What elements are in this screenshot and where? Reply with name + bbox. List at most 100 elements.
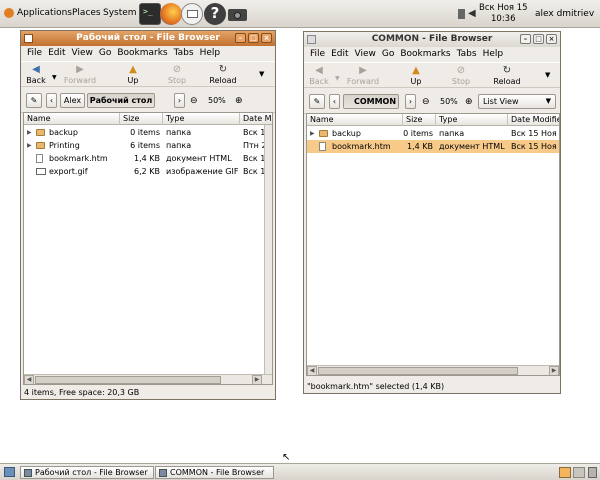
path-scroll-left-button[interactable]: ‹ bbox=[329, 94, 340, 109]
minimize-button[interactable]: – bbox=[520, 34, 531, 44]
window-titlebar[interactable]: Рабочий стол - File Browser – □ × bbox=[21, 31, 275, 46]
close-button[interactable]: × bbox=[261, 33, 272, 43]
menu-file[interactable]: File bbox=[27, 48, 42, 58]
menu-bookmarks[interactable]: Bookmarks bbox=[117, 48, 167, 58]
workspace-switcher-2[interactable] bbox=[573, 467, 585, 478]
zoom-in-icon[interactable]: ⊕ bbox=[235, 96, 243, 106]
horizontal-scrollbar[interactable]: ◀ ▶ bbox=[307, 365, 559, 375]
menu-edit[interactable]: Edit bbox=[331, 49, 348, 59]
menu-tabs[interactable]: Tabs bbox=[174, 48, 194, 58]
file-list[interactable]: Name Size Type Date Modified ▶ backup 0 it… bbox=[306, 113, 560, 376]
minimize-button[interactable]: – bbox=[235, 33, 246, 43]
horizontal-scroll-thumb[interactable] bbox=[318, 367, 518, 375]
places-menu[interactable]: Places bbox=[72, 8, 101, 18]
reload-button[interactable]: ↻ Reload bbox=[207, 65, 239, 86]
back-history-arrow[interactable]: ▼ bbox=[335, 75, 340, 82]
window-menu-icon[interactable] bbox=[307, 35, 316, 44]
taskbar-button-desktop[interactable]: Рабочий стол - File Browser bbox=[20, 466, 154, 479]
volume-icon[interactable]: ◀ bbox=[468, 8, 476, 19]
table-row[interactable]: export.gif6,2 KBизображение GIFВск 15 Н bbox=[24, 165, 272, 178]
menu-edit[interactable]: Edit bbox=[48, 48, 65, 58]
menu-bookmarks[interactable]: Bookmarks bbox=[400, 49, 450, 59]
workspace-switcher-1[interactable] bbox=[559, 467, 571, 478]
path-button-desktop[interactable]: Рабочий стол bbox=[87, 93, 155, 108]
column-size[interactable]: Size bbox=[403, 114, 436, 126]
horizontal-scrollbar[interactable]: ◀ ▶ bbox=[24, 374, 272, 384]
column-name[interactable]: Name bbox=[307, 114, 403, 126]
zoom-out-icon[interactable]: ⊖ bbox=[190, 96, 198, 106]
path-button-common[interactable]: COMMON bbox=[343, 94, 399, 109]
menu-tabs[interactable]: Tabs bbox=[457, 49, 477, 59]
up-button[interactable]: ▲ Up bbox=[401, 66, 431, 87]
column-size[interactable]: Size bbox=[120, 113, 163, 125]
menu-file[interactable]: File bbox=[310, 49, 325, 59]
trash-icon[interactable] bbox=[588, 467, 597, 478]
expander-icon[interactable]: ▶ bbox=[27, 126, 32, 139]
applications-menu[interactable]: Applications bbox=[17, 8, 72, 18]
column-date[interactable]: Date Modified bbox=[240, 113, 272, 125]
scroll-left-arrow[interactable]: ◀ bbox=[307, 366, 317, 375]
scroll-left-arrow[interactable]: ◀ bbox=[24, 375, 34, 384]
toolbar-overflow-icon[interactable]: ▼ bbox=[259, 70, 264, 78]
mail-launcher-icon[interactable] bbox=[181, 3, 203, 25]
window-titlebar[interactable]: COMMON - File Browser – □ × bbox=[304, 32, 560, 47]
zoom-out-icon[interactable]: ⊖ bbox=[422, 97, 430, 107]
show-desktop-icon[interactable] bbox=[4, 467, 15, 477]
maximize-button[interactable]: □ bbox=[533, 34, 544, 44]
help-launcher-icon[interactable]: ? bbox=[204, 3, 226, 25]
up-button[interactable]: ▲ Up bbox=[118, 65, 148, 86]
scroll-right-arrow[interactable]: ▶ bbox=[252, 375, 262, 384]
network-icon[interactable] bbox=[458, 9, 465, 19]
table-row[interactable]: bookmark.htm1,4 KBдокумент HTMLВск 15 Н bbox=[24, 152, 272, 165]
path-scroll-left-button[interactable]: ‹ bbox=[46, 93, 57, 108]
column-type[interactable]: Type bbox=[163, 113, 240, 125]
forward-button[interactable]: ▶ Forward bbox=[346, 66, 380, 87]
screenshot-launcher-icon[interactable] bbox=[227, 3, 249, 25]
zoom-level[interactable]: 50% bbox=[440, 97, 458, 106]
close-button[interactable]: × bbox=[546, 34, 557, 44]
toolbar-overflow-icon[interactable]: ▼ bbox=[545, 71, 550, 79]
user-switcher[interactable]: alex dmitriev bbox=[535, 9, 594, 19]
reload-button[interactable]: ↻ Reload bbox=[491, 66, 523, 87]
path-scroll-right-button[interactable]: › bbox=[405, 94, 416, 109]
table-row[interactable]: ▶ backup 0 items папка Вск 15 Ноя 2 bbox=[307, 127, 559, 140]
expander-icon[interactable]: ▶ bbox=[27, 139, 32, 152]
table-row[interactable]: ▶backup0 itemsпапкаВск 15 Ноя bbox=[24, 126, 272, 139]
stop-button[interactable]: ⊘ Stop bbox=[162, 65, 192, 86]
window-menu-icon[interactable] bbox=[24, 34, 33, 43]
view-mode-select[interactable]: List View ▼ bbox=[478, 94, 556, 109]
menu-go[interactable]: Go bbox=[382, 49, 394, 59]
taskbar-button-common[interactable]: COMMON - File Browser bbox=[155, 466, 274, 479]
path-button-alex[interactable]: Alex bbox=[60, 93, 85, 108]
location-toggle-button[interactable]: ✎ bbox=[309, 94, 325, 109]
forward-button[interactable]: ▶ Forward bbox=[63, 65, 97, 86]
maximize-button[interactable]: □ bbox=[248, 33, 259, 43]
vertical-scrollbar[interactable] bbox=[264, 125, 272, 374]
menu-view[interactable]: View bbox=[72, 48, 93, 58]
path-scroll-right-button[interactable]: › bbox=[174, 93, 185, 108]
menu-help[interactable]: Help bbox=[483, 49, 504, 59]
zoom-level[interactable]: 50% bbox=[208, 96, 226, 105]
menu-view[interactable]: View bbox=[355, 49, 376, 59]
table-row[interactable]: bookmark.htm 1,4 KB документ HTML Вск 15 Но… bbox=[307, 140, 559, 153]
gnome-foot-icon[interactable] bbox=[4, 8, 14, 18]
horizontal-scroll-thumb[interactable] bbox=[35, 376, 221, 384]
system-menu[interactable]: System bbox=[103, 8, 137, 18]
expander-icon[interactable]: ▶ bbox=[310, 127, 315, 140]
menu-go[interactable]: Go bbox=[99, 48, 111, 58]
clock-date[interactable]: Вск Ноя 15 bbox=[479, 3, 528, 13]
location-toggle-button[interactable]: ✎ bbox=[26, 93, 42, 108]
table-row[interactable]: ▶ Printing 6 items папка Птн 23 bbox=[24, 139, 272, 152]
column-type[interactable]: Type bbox=[436, 114, 508, 126]
menu-help[interactable]: Help bbox=[200, 48, 221, 58]
firefox-launcher-icon[interactable] bbox=[160, 3, 182, 25]
clock-time[interactable]: 10:36 bbox=[491, 14, 516, 24]
stop-button[interactable]: ⊘ Stop bbox=[446, 66, 476, 87]
column-name[interactable]: Name bbox=[24, 113, 120, 125]
file-list[interactable]: Name Size Type Date Modified ▶ backup 0 it… bbox=[23, 112, 273, 385]
zoom-in-icon[interactable]: ⊕ bbox=[465, 97, 473, 107]
back-button[interactable]: ◀ Back bbox=[21, 65, 51, 86]
column-date[interactable]: Date Modified bbox=[508, 114, 559, 126]
terminal-launcher-icon[interactable]: >_ bbox=[139, 3, 161, 25]
back-button[interactable]: ◀ Back bbox=[304, 66, 334, 87]
